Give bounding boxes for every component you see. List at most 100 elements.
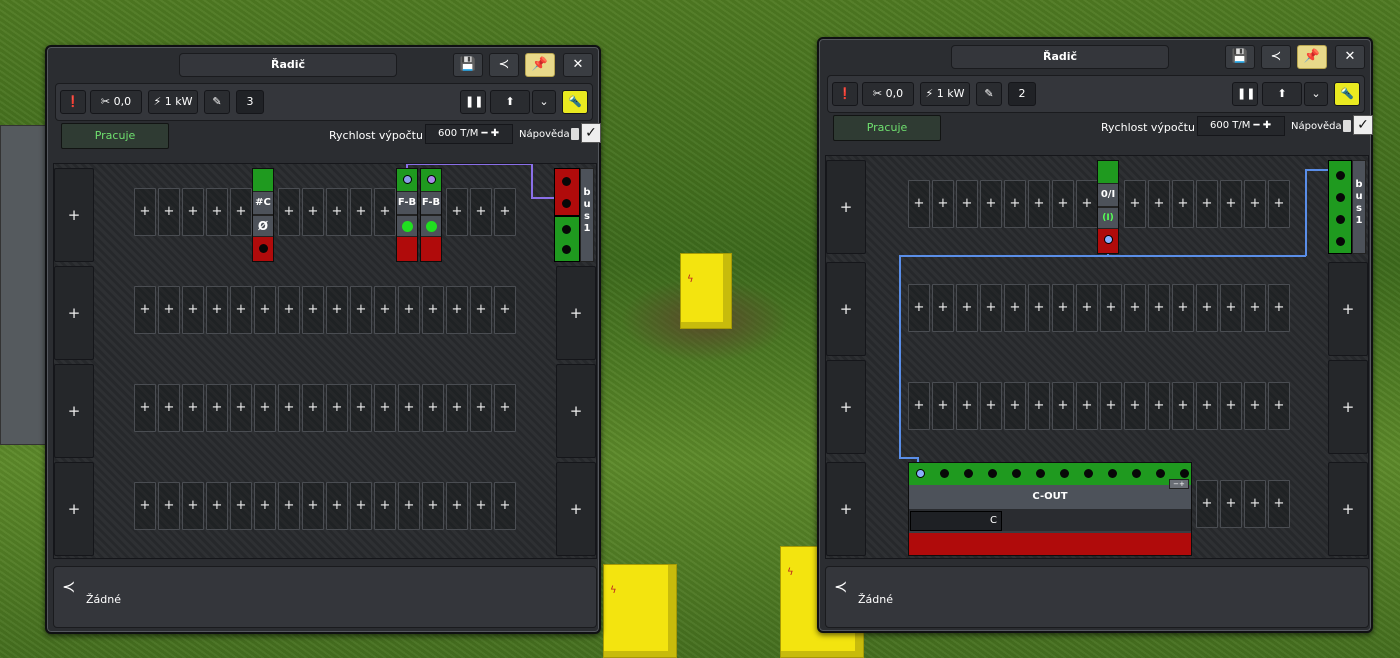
component-output[interactable]: C-OUT C −+: [908, 462, 1192, 556]
status-row: Pracuje Rychlost výpočtu 600 T/M ━ ✚ Náp…: [833, 115, 1373, 145]
output-pin[interactable]: [1132, 469, 1141, 478]
pin-button[interactable]: 📌: [1297, 45, 1327, 69]
upload-icon: ⬆: [505, 95, 515, 108]
alert-icon: ❗: [66, 95, 80, 108]
status-button[interactable]: Pracuje: [833, 115, 941, 141]
upload-button[interactable]: ⬆: [1262, 82, 1302, 106]
alert-button[interactable]: ❗: [60, 90, 86, 114]
share-icon: ≺: [498, 57, 510, 72]
output-pin[interactable]: [1060, 469, 1069, 478]
save-icon: 💾: [1231, 49, 1249, 64]
output-pin[interactable]: [988, 469, 997, 478]
alert-button[interactable]: ❗: [832, 82, 858, 106]
output-pin[interactable]: [1156, 469, 1165, 478]
edit-button[interactable]: ✎: [976, 82, 1002, 106]
speed-input[interactable]: 600 T/M ━ ✚: [425, 124, 513, 144]
bus-label: bus 1: [580, 168, 594, 262]
background-building: [0, 125, 46, 445]
program-number[interactable]: 3: [236, 90, 264, 114]
bus-label: bus 1: [1352, 160, 1366, 254]
tools-icon: ✂: [872, 87, 883, 100]
power-readout: 0,0: [113, 95, 132, 108]
edit-icon: ✎: [984, 87, 994, 100]
chevron-down-icon: ⌄: [1311, 87, 1321, 100]
share-status: Žádné: [86, 593, 121, 606]
titlebar[interactable]: Řadič 💾 ≺ 📌 ✕: [47, 47, 599, 81]
output-pin[interactable]: [940, 469, 949, 478]
bus-connector[interactable]: [554, 168, 580, 262]
edit-icon: ✎: [212, 95, 222, 108]
share-button[interactable]: ≺: [1261, 45, 1291, 69]
edit-button[interactable]: ✎: [204, 90, 230, 114]
chevron-down-icon: ⌄: [539, 95, 549, 108]
chevron-button[interactable]: ⌄: [532, 90, 556, 114]
output-label: C-OUT: [909, 485, 1191, 509]
output-pin[interactable]: [1084, 469, 1093, 478]
lightning-icon: ⚡: [925, 87, 934, 100]
resize-handle[interactable]: −+: [1169, 479, 1189, 489]
power-consumption: 1 kW: [936, 87, 965, 100]
pause-button[interactable]: ❚❚: [1232, 82, 1258, 106]
power-button[interactable]: ⚡ 1 kW: [920, 82, 970, 106]
help-label: Nápověda: [519, 129, 570, 140]
component-label: F-B: [421, 191, 441, 215]
power-readout: 0,0: [885, 87, 904, 100]
component-counter[interactable]: #C Ø: [252, 168, 274, 262]
pin-button[interactable]: 📌: [525, 53, 555, 77]
pin-icon: 📌: [531, 57, 549, 72]
close-button[interactable]: ✕: [1335, 45, 1365, 69]
help-label: Nápověda: [1291, 121, 1342, 132]
torch-icon: 🔦: [568, 95, 582, 108]
component-flipflop[interactable]: F-B: [420, 168, 442, 262]
component-label: F-B: [397, 191, 417, 215]
share-button[interactable]: ≺: [489, 53, 519, 77]
alert-icon: ❗: [838, 87, 852, 100]
pause-icon: ❚❚: [1237, 87, 1256, 100]
controller-window-left: Řadič 💾 ≺ 📌 ✕ ❗ ✂ 0,0 ⚡ 1 kW ✎ 3 ❚❚ ⬆ ⌄ …: [45, 45, 601, 634]
bus-connector[interactable]: [1328, 160, 1352, 254]
component-switch[interactable]: 0/I (I): [1097, 160, 1119, 254]
output-pin[interactable]: [964, 469, 973, 478]
save-button[interactable]: 💾: [1225, 45, 1255, 69]
torch-button[interactable]: 🔦: [562, 90, 588, 114]
output-pin[interactable]: [1108, 469, 1117, 478]
status-button[interactable]: Pracuje: [61, 123, 169, 149]
speed-input[interactable]: 600 T/M ━ ✚: [1197, 116, 1285, 136]
upload-button[interactable]: ⬆: [490, 90, 530, 114]
help-checkbox[interactable]: ✓: [581, 123, 601, 143]
output-pin[interactable]: [916, 469, 925, 478]
torch-icon: 🔦: [1340, 87, 1354, 100]
output-pin[interactable]: [1012, 469, 1021, 478]
tools-button[interactable]: ✂ 0,0: [862, 82, 914, 106]
speed-label: Rychlost výpočtu: [329, 129, 423, 142]
share-status: Žádné: [858, 593, 893, 606]
controller-window-right: Řadič 💾 ≺ 📌 ✕ ❗ ✂ 0,0 ⚡ 1 kW ✎ 2 ❚❚ ⬆ ⌄ …: [817, 37, 1373, 633]
power-consumption: 1 kW: [164, 95, 193, 108]
chevron-button[interactable]: ⌄: [1304, 82, 1328, 106]
close-button[interactable]: ✕: [563, 53, 593, 77]
upload-icon: ⬆: [1277, 87, 1287, 100]
pause-button[interactable]: ❚❚: [460, 90, 486, 114]
power-button[interactable]: ⚡ 1 kW: [148, 90, 198, 114]
pin-icon: 📌: [1303, 49, 1321, 64]
output-pin[interactable]: [1180, 469, 1189, 478]
titlebar[interactable]: Řadič 💾 ≺ 📌 ✕: [819, 39, 1371, 73]
component-state: (I): [1098, 207, 1118, 229]
tools-icon: ✂: [100, 95, 111, 108]
tools-button[interactable]: ✂ 0,0: [90, 90, 142, 114]
component-label: Ø: [253, 215, 273, 237]
share-icon[interactable]: ≺: [62, 577, 75, 596]
component-flipflop[interactable]: F-B: [396, 168, 418, 262]
info-icon: [1343, 120, 1351, 132]
torch-button[interactable]: 🔦: [1334, 82, 1360, 106]
output-value-field[interactable]: C: [910, 511, 1002, 531]
footer-share: ≺ Žádné: [825, 566, 1369, 628]
circuit-grid: + + + + + + + + + + + + + + + + + + + + + + + + + + + + + + + + +…: [825, 155, 1369, 559]
save-button[interactable]: 💾: [453, 53, 483, 77]
toolbar: ❗ ✂ 0,0 ⚡ 1 kW ✎ 2 ❚❚ ⬆ ⌄ 🔦: [827, 75, 1365, 113]
program-number[interactable]: 2: [1008, 82, 1036, 106]
share-icon[interactable]: ≺: [834, 577, 847, 596]
help-checkbox[interactable]: ✓: [1353, 115, 1373, 135]
output-pin[interactable]: [1036, 469, 1045, 478]
status-row: Pracuje Rychlost výpočtu 600 T/M ━ ✚ Náp…: [61, 123, 601, 153]
